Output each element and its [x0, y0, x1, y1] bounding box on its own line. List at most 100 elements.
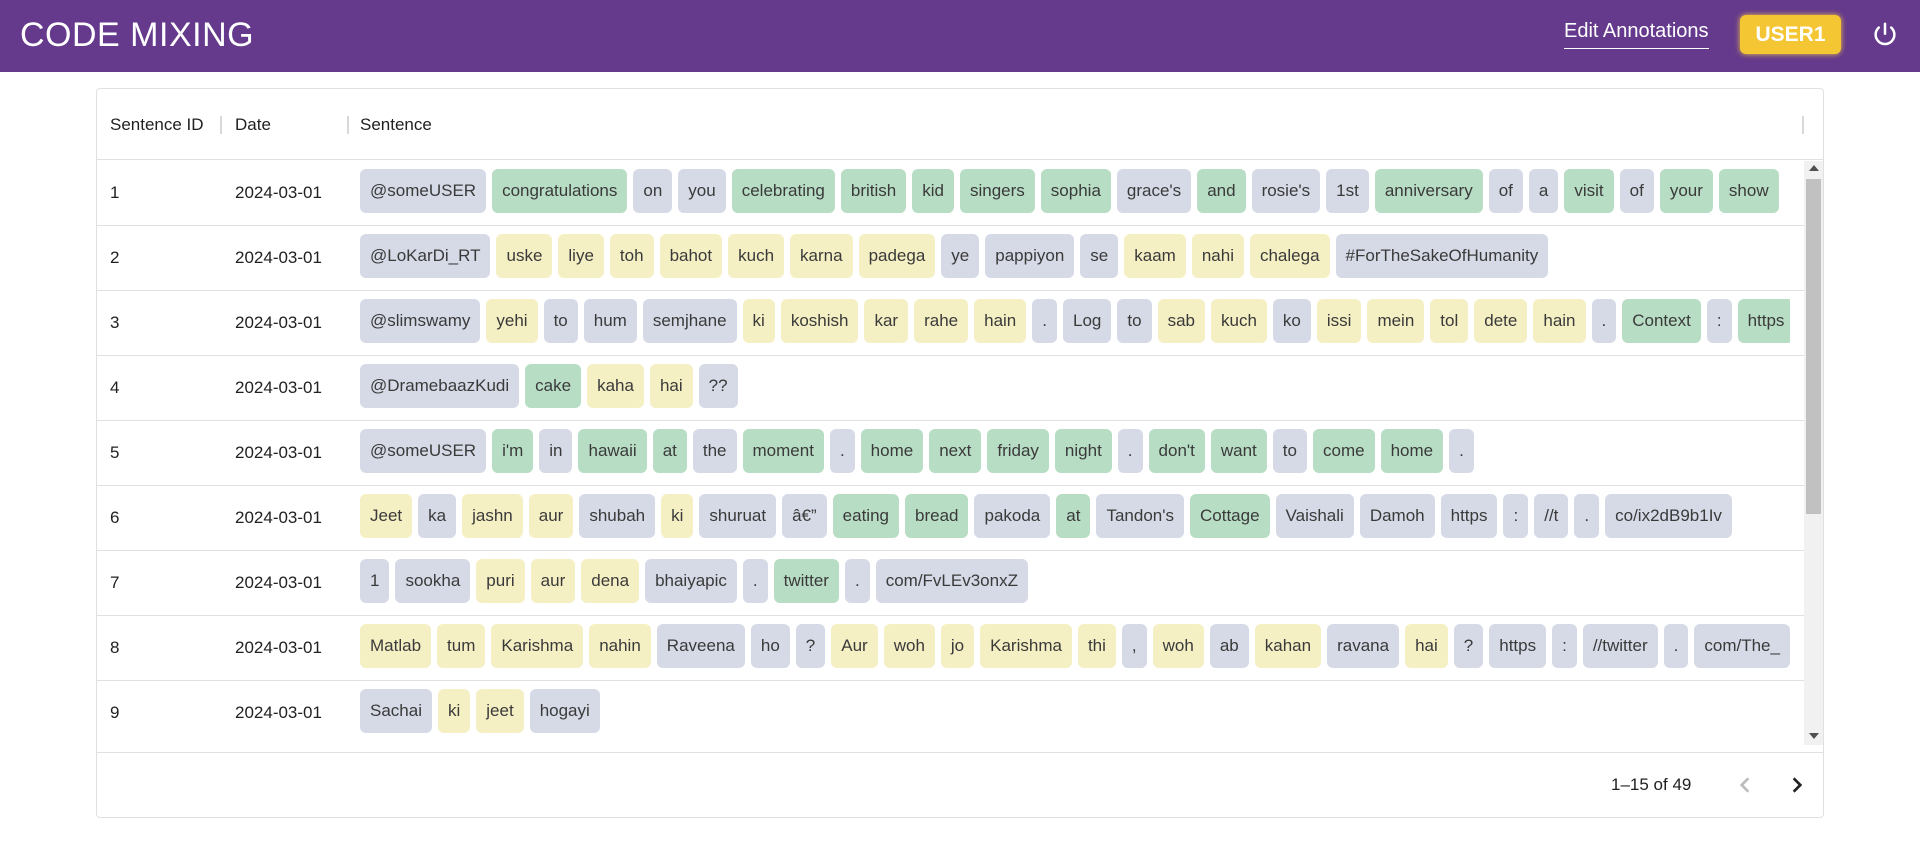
token-chip[interactable]: ki	[437, 689, 471, 733]
token-chip[interactable]: congratulations	[492, 169, 628, 213]
token-chip[interactable]: show	[1718, 169, 1779, 213]
scroll-down-arrow[interactable]	[1809, 733, 1819, 739]
token-chip[interactable]: shubah	[579, 494, 656, 538]
token-chip[interactable]: rosie's	[1251, 169, 1321, 213]
column-separator[interactable]	[347, 116, 349, 134]
token-chip[interactable]: ho	[750, 624, 790, 668]
chevron-left-icon[interactable]	[1729, 769, 1761, 801]
token-chip[interactable]: uske	[496, 234, 553, 278]
token-chip[interactable]: at	[652, 429, 687, 473]
token-chip[interactable]: 1st	[1326, 169, 1369, 213]
token-chip[interactable]: @DramebaazKudi	[360, 364, 520, 408]
token-chip[interactable]: of	[1619, 169, 1654, 213]
token-chip[interactable]: kahan	[1254, 624, 1322, 668]
token-chip[interactable]: Karishma	[491, 624, 584, 668]
token-chip[interactable]: dena	[581, 559, 640, 603]
vertical-scrollbar[interactable]	[1804, 161, 1823, 745]
token-chip[interactable]: jashn	[462, 494, 523, 538]
token-chip[interactable]: .	[1032, 299, 1057, 343]
token-chip[interactable]: https	[1440, 494, 1498, 538]
token-chip[interactable]: Cottage	[1189, 494, 1270, 538]
token-chip[interactable]: @LoKarDi_RT	[360, 234, 491, 278]
token-chip[interactable]: liye	[558, 234, 604, 278]
token-chip[interactable]: a	[1528, 169, 1559, 213]
token-chip[interactable]: pappiyon	[985, 234, 1075, 278]
token-chip[interactable]: //t	[1534, 494, 1569, 538]
token-chip[interactable]: ,	[1121, 624, 1147, 668]
token-chip[interactable]: rahe	[914, 299, 969, 343]
token-chip[interactable]: hai	[649, 364, 693, 408]
token-chip[interactable]: the	[692, 429, 737, 473]
token-chip[interactable]: to	[1272, 429, 1307, 473]
token-chip[interactable]: twitter	[773, 559, 839, 603]
token-chip[interactable]: shuruat	[699, 494, 777, 538]
token-chip[interactable]: hai	[1405, 624, 1448, 668]
token-chip[interactable]: woh	[883, 624, 935, 668]
column-separator[interactable]	[220, 116, 222, 134]
token-chip[interactable]: celebrating	[731, 169, 835, 213]
token-chip[interactable]: to	[1117, 299, 1152, 343]
token-chip[interactable]: and	[1197, 169, 1246, 213]
token-chip[interactable]: kar	[864, 299, 909, 343]
token-chip[interactable]: ko	[1272, 299, 1311, 343]
token-chip[interactable]: thi	[1077, 624, 1116, 668]
token-chip[interactable]: moment	[742, 429, 824, 473]
token-chip[interactable]: bread	[905, 494, 969, 538]
token-chip[interactable]: .	[844, 559, 870, 603]
token-chip[interactable]: next	[929, 429, 982, 473]
token-chip[interactable]: want	[1210, 429, 1267, 473]
token-chip[interactable]: kuch	[728, 234, 785, 278]
token-chip[interactable]: i'm	[492, 429, 534, 473]
token-chip[interactable]: kaha	[587, 364, 644, 408]
table-row[interactable]: 7 2024-03-01 1 sookha puri aur dena bhaiyapic. t…	[97, 551, 1804, 616]
token-chip[interactable]: ka	[418, 494, 457, 538]
token-chip[interactable]: ye	[941, 234, 980, 278]
token-chip[interactable]: ?	[1453, 624, 1484, 668]
token-chip[interactable]: ab	[1209, 624, 1249, 668]
token-chip[interactable]: kuch	[1210, 299, 1267, 343]
token-chip[interactable]: bahot	[659, 234, 723, 278]
token-chip[interactable]: sookha	[395, 559, 471, 603]
token-chip[interactable]: toh	[609, 234, 654, 278]
token-chip[interactable]: karna	[790, 234, 853, 278]
token-chip[interactable]: ?	[795, 624, 826, 668]
token-chip[interactable]: semjhane	[642, 299, 737, 343]
token-chip[interactable]: british	[840, 169, 907, 213]
column-separator[interactable]	[1802, 116, 1804, 134]
table-row[interactable]: 5 2024-03-01 @someUSER i'm in hawaii at the mome…	[97, 421, 1804, 486]
token-chip[interactable]: .	[1449, 429, 1474, 473]
token-chip[interactable]: eating	[832, 494, 899, 538]
token-chip[interactable]: ravana	[1327, 624, 1400, 668]
token-chip[interactable]: Sachai	[360, 689, 432, 733]
token-chip[interactable]: tum	[437, 624, 486, 668]
token-chip[interactable]: Jeet	[360, 494, 413, 538]
token-chip[interactable]: home	[860, 429, 924, 473]
token-chip[interactable]: .	[1663, 624, 1689, 668]
token-chip[interactable]: hain	[974, 299, 1027, 343]
token-chip[interactable]: night	[1054, 429, 1112, 473]
token-chip[interactable]: anniversary	[1374, 169, 1483, 213]
token-chip[interactable]: #ForTheSakeOfHumanity	[1335, 234, 1549, 278]
token-chip[interactable]: singers	[959, 169, 1035, 213]
token-chip[interactable]: in	[539, 429, 573, 473]
token-chip[interactable]: sophia	[1040, 169, 1111, 213]
token-chip[interactable]: visit	[1564, 169, 1614, 213]
token-chip[interactable]: you	[678, 169, 726, 213]
edit-annotations-link[interactable]: Edit Annotations	[1564, 20, 1709, 49]
scrollbar-thumb[interactable]	[1806, 179, 1821, 514]
token-chip[interactable]: at	[1056, 494, 1091, 538]
token-chip[interactable]: hain	[1533, 299, 1586, 343]
chevron-right-icon[interactable]	[1781, 769, 1813, 801]
token-chip[interactable]: mein	[1367, 299, 1425, 343]
token-chip[interactable]: home	[1380, 429, 1444, 473]
table-row[interactable]: 6 2024-03-01 Jeet ka jashn aur shubah ki shuruat…	[97, 486, 1804, 551]
token-chip[interactable]: .	[742, 559, 768, 603]
token-chip[interactable]: issi	[1316, 299, 1362, 343]
token-chip[interactable]: .	[1117, 429, 1143, 473]
token-chip[interactable]: bhaiyapic	[645, 559, 737, 603]
token-chip[interactable]: Tandon's	[1096, 494, 1184, 538]
token-chip[interactable]: sab	[1157, 299, 1205, 343]
token-chip[interactable]: Log	[1063, 299, 1112, 343]
token-chip[interactable]: nahin	[589, 624, 651, 668]
table-row[interactable]: 8 2024-03-01 Matlab tum Karishma nahin Raveena…	[97, 616, 1804, 681]
